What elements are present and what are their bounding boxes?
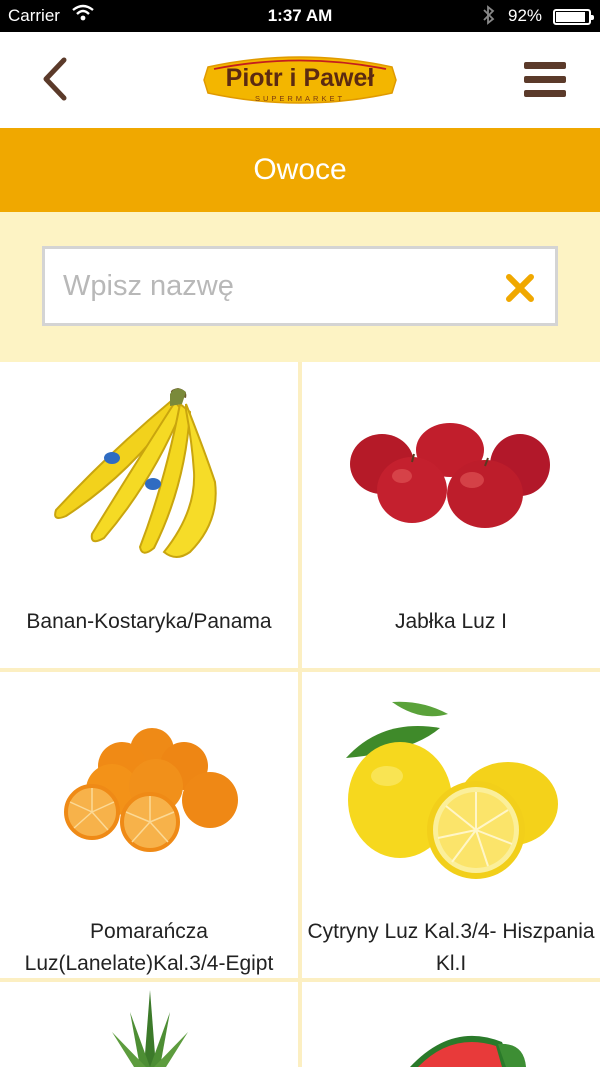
- product-image-bananas: [54, 388, 217, 558]
- product-name: Cytryny Luz Kal.3/4- Hiszpania Kl.I: [307, 920, 595, 975]
- product-tile[interactable]: [302, 982, 600, 1067]
- product-tile[interactable]: Cytryny Luz Kal.3/4- Hiszpania Kl.I: [302, 672, 600, 978]
- product-tile[interactable]: Banan-Kostaryka/Panama: [0, 362, 298, 668]
- product-tile[interactable]: Pomarańcza Luz(Lanelate)Kal.3/4-Egipt: [0, 672, 298, 978]
- chevron-left-icon[interactable]: [38, 54, 74, 104]
- product-image-watermelon: [410, 1035, 526, 1067]
- nav-bar: Piotr i Paweł SUPERMARKET: [0, 32, 600, 128]
- status-bar: Carrier 1:37 AM 92%: [0, 0, 600, 32]
- battery-icon: [553, 9, 594, 25]
- page-title: Owoce: [0, 128, 600, 212]
- product-tile[interactable]: [0, 982, 298, 1067]
- logo[interactable]: Piotr i Paweł SUPERMARKET: [200, 45, 400, 115]
- product-grid: Banan-Kostaryka/Panama Jabłka Luz I Poma…: [0, 362, 600, 1067]
- close-icon[interactable]: [503, 271, 537, 305]
- search-box: [42, 246, 558, 326]
- bluetooth-icon: [483, 5, 495, 25]
- product-image-pineapple: [112, 990, 188, 1067]
- product-image-lemons: [346, 701, 558, 879]
- product-tile[interactable]: Jabłka Luz I: [302, 362, 600, 668]
- logo-text: Piotr i Paweł: [226, 64, 375, 92]
- product-image-oranges: [64, 728, 238, 852]
- product-name: Banan-Kostaryka/Panama: [26, 610, 272, 633]
- logo-subtext: SUPERMARKET: [255, 94, 345, 103]
- product-name: Jabłka Luz I: [394, 610, 508, 633]
- logo-badge: Piotr i Paweł SUPERMARKET: [203, 56, 397, 104]
- product-image-red-apples: [350, 423, 550, 528]
- hamburger-menu-icon[interactable]: [524, 60, 568, 100]
- search-panel: [0, 212, 600, 362]
- product-name: Pomarańcza Luz(Lanelate)Kal.3/4-Egipt: [24, 920, 274, 975]
- battery-percent: 92%: [508, 6, 543, 25]
- search-input[interactable]: [63, 249, 483, 323]
